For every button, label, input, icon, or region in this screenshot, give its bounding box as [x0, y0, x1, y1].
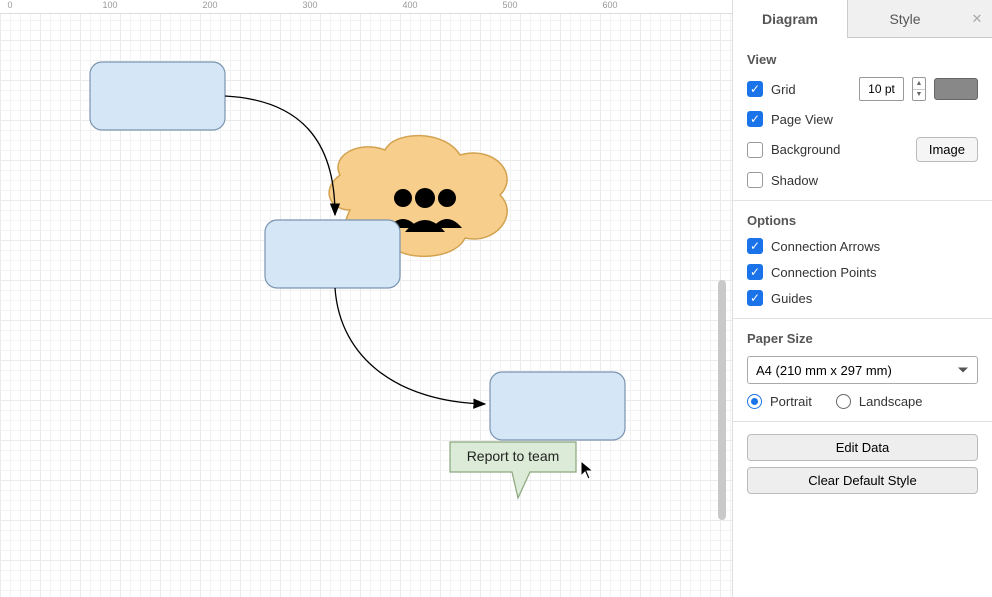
node-rect-2[interactable] — [265, 220, 400, 288]
shadow-checkbox[interactable] — [747, 172, 763, 188]
node-rect-1[interactable] — [90, 62, 225, 130]
background-label: Background — [771, 142, 840, 157]
divider — [733, 200, 992, 201]
background-checkbox[interactable] — [747, 142, 763, 158]
tab-style[interactable]: Style — [848, 0, 962, 38]
sidebar-panel: Diagram Style ✕ View Grid ▲ ▼ Page View … — [732, 0, 992, 597]
portrait-radio[interactable] — [747, 394, 762, 409]
close-icon[interactable]: ✕ — [962, 0, 992, 38]
ruler-top: 0 100 200 300 400 500 600 — [0, 0, 732, 14]
conn-points-label: Connection Points — [771, 265, 877, 280]
ruler-tick: 100 — [102, 0, 117, 10]
pageview-label: Page View — [771, 112, 833, 127]
image-button[interactable]: Image — [916, 137, 978, 162]
grid-label: Grid — [771, 82, 796, 97]
conn-arrows-label: Connection Arrows — [771, 239, 880, 254]
callout-shape[interactable]: Report to team — [450, 442, 576, 498]
tabs: Diagram Style ✕ — [733, 0, 992, 38]
landscape-radio[interactable] — [836, 394, 851, 409]
divider — [733, 318, 992, 319]
portrait-label: Portrait — [770, 394, 812, 409]
landscape-label: Landscape — [859, 394, 923, 409]
pageview-checkbox[interactable] — [747, 111, 763, 127]
ruler-tick: 300 — [302, 0, 317, 10]
ruler-tick: 400 — [402, 0, 417, 10]
ruler-tick: 600 — [602, 0, 617, 10]
conn-points-checkbox[interactable] — [747, 264, 763, 280]
guides-label: Guides — [771, 291, 812, 306]
ruler-tick: 500 — [502, 0, 517, 10]
edge-2[interactable] — [335, 288, 485, 404]
grid-color-swatch[interactable] — [934, 78, 978, 100]
conn-arrows-checkbox[interactable] — [747, 238, 763, 254]
section-view-title: View — [747, 52, 978, 67]
edge-1[interactable] — [225, 96, 335, 215]
grid-stepper[interactable]: ▲ ▼ — [912, 77, 926, 101]
canvas-area[interactable]: 0 100 200 300 400 500 600 — [0, 0, 732, 597]
divider — [733, 421, 992, 422]
tab-diagram[interactable]: Diagram — [733, 0, 848, 38]
ruler-tick: 200 — [202, 0, 217, 10]
stepper-up-icon[interactable]: ▲ — [913, 78, 925, 90]
section-options-title: Options — [747, 213, 978, 228]
diagram-svg: Report to team — [0, 0, 732, 597]
grid-checkbox[interactable] — [747, 81, 763, 97]
ruler-tick: 0 — [7, 0, 12, 10]
shadow-label: Shadow — [771, 173, 818, 188]
node-rect-3[interactable] — [490, 372, 625, 440]
grid-size-input[interactable] — [859, 77, 904, 101]
paper-size-select[interactable]: A4 (210 mm x 297 mm) — [747, 356, 978, 384]
clear-style-button[interactable]: Clear Default Style — [747, 467, 978, 494]
edit-data-button[interactable]: Edit Data — [747, 434, 978, 461]
callout-text: Report to team — [467, 448, 560, 464]
section-paper-title: Paper Size — [747, 331, 978, 346]
guides-checkbox[interactable] — [747, 290, 763, 306]
stepper-down-icon[interactable]: ▼ — [913, 90, 925, 101]
